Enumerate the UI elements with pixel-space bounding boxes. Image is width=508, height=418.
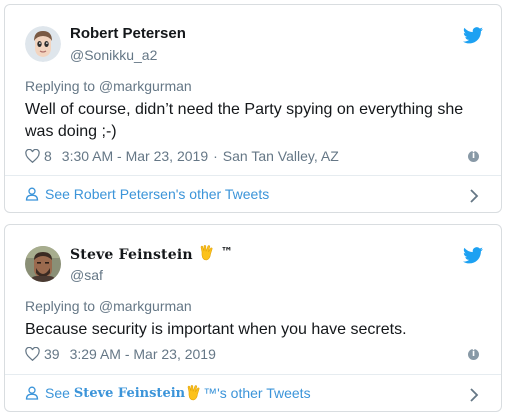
tweet-text: Because security is important when you h… (25, 321, 407, 338)
tweet-text: Well of course, didn’t need the Party sp… (25, 101, 464, 140)
heart-icon[interactable] (25, 347, 40, 361)
divider (5, 374, 501, 375)
user-handle[interactable]: @saf (70, 267, 103, 283)
location[interactable]: San Tan Valley, AZ (223, 148, 339, 164)
tweet-meta: 8 3:30 AM - Mar 23, 2019 · San Tan Valle… (25, 148, 339, 164)
replying-to[interactable]: Replying to @markgurman (25, 78, 192, 94)
display-name[interactable]: Steve Feinstein ™ (70, 245, 233, 263)
see-other-tweets-label: See Robert Petersen's other Tweets (45, 186, 270, 202)
see-other-tweets-link[interactable]: See Steve Feinstein ™'s other Tweets (25, 385, 311, 401)
display-name-text: Steve Feinstein (70, 247, 193, 263)
timestamp[interactable]: 3:30 AM - Mar 23, 2019 (62, 148, 208, 164)
meta-separator: · (213, 148, 218, 164)
display-name[interactable]: Robert Petersen (70, 25, 186, 42)
see-more-suffix: ™'s other Tweets (203, 385, 311, 401)
info-icon[interactable]: i (468, 151, 479, 162)
person-icon (25, 187, 39, 201)
vulcan-salute-emoji (200, 245, 213, 261)
chevron-right-icon[interactable] (469, 189, 479, 203)
divider (5, 175, 501, 176)
see-other-tweets-link[interactable]: See Robert Petersen's other Tweets (25, 186, 269, 202)
tweet-meta: 39 3:29 AM - Mar 23, 2019 (25, 346, 216, 362)
heart-icon[interactable] (25, 149, 40, 163)
like-count: 39 (44, 346, 60, 362)
tweet-card: Robert Petersen @Sonikku_a2 Replying to … (4, 4, 502, 213)
person-icon (25, 386, 39, 400)
chevron-right-icon[interactable] (469, 388, 479, 402)
like-count: 8 (44, 148, 52, 164)
replying-to[interactable]: Replying to @markgurman (25, 298, 192, 314)
twitter-bird-icon[interactable] (463, 27, 483, 44)
user-handle[interactable]: @Sonikku_a2 (70, 47, 157, 63)
avatar[interactable] (25, 246, 61, 282)
see-more-prefix: See (45, 385, 70, 401)
info-icon[interactable]: i (468, 349, 479, 360)
twitter-bird-icon[interactable] (463, 247, 483, 264)
trademark-suffix: ™ (220, 245, 234, 259)
avatar[interactable] (25, 26, 61, 62)
vulcan-salute-emoji (187, 385, 200, 401)
timestamp[interactable]: 3:29 AM - Mar 23, 2019 (70, 346, 216, 362)
tweet-card: Steve Feinstein ™ @saf Replying to @mark… (4, 224, 502, 412)
see-more-name: Steve Feinstein (73, 385, 186, 401)
